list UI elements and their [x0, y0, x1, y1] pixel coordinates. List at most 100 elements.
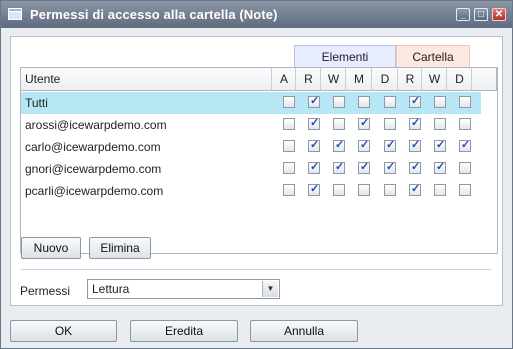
checkbox-a[interactable] — [283, 184, 295, 196]
checkmark-icon: ✓ — [411, 95, 421, 107]
checkmark-icon: ✓ — [310, 161, 320, 173]
checkbox-cartella-d[interactable] — [459, 162, 471, 174]
checkbox-cartella-r[interactable]: ✓ — [409, 161, 421, 174]
window-title: Permessi di accesso alla cartella (Note) — [30, 7, 278, 22]
maximize-button[interactable]: □ — [474, 8, 488, 21]
group-header-cartella: Cartella — [396, 45, 470, 67]
checkmark-icon: ✓ — [461, 139, 471, 151]
checkbox-elementi-m[interactable]: ✓ — [358, 139, 370, 152]
checkbox-cartella-d[interactable] — [459, 184, 471, 196]
checkbox-elementi-w[interactable] — [333, 96, 345, 108]
minimize-icon: _ — [460, 9, 466, 20]
checkmark-icon: ✓ — [386, 139, 396, 151]
checkbox-cartella-r[interactable]: ✓ — [409, 95, 421, 108]
column-header-spacer — [471, 68, 497, 90]
checkbox-cartella-w[interactable] — [434, 118, 446, 130]
column-header-elementi-m[interactable]: M — [345, 68, 372, 90]
title-bar[interactable]: Permessi di accesso alla cartella (Note)… — [1, 1, 512, 28]
checkmark-icon: ✓ — [310, 117, 320, 129]
checkbox-cartella-d[interactable]: ✓ — [459, 139, 471, 152]
checkbox-elementi-d[interactable]: ✓ — [384, 161, 396, 174]
checkmark-icon: ✓ — [411, 183, 421, 195]
user-name: carlo@icewarpdemo.com — [25, 140, 161, 154]
column-header-utente[interactable]: Utente — [21, 68, 275, 90]
checkbox-elementi-r[interactable]: ✓ — [308, 117, 320, 130]
checkmark-icon: ✓ — [335, 161, 345, 173]
column-header-cartella-d[interactable]: D — [446, 68, 472, 90]
checkbox-elementi-d[interactable] — [384, 118, 396, 130]
column-header-a[interactable]: A — [271, 68, 296, 90]
checkbox-elementi-d[interactable]: ✓ — [384, 139, 396, 152]
permissions-select[interactable]: Lettura ▼ — [87, 279, 280, 299]
checkmark-icon: ✓ — [335, 139, 345, 151]
close-icon: ✕ — [494, 9, 504, 20]
minimize-button[interactable]: _ — [456, 8, 470, 21]
delete-button[interactable]: Elimina — [89, 237, 151, 259]
divider — [21, 269, 491, 270]
table-row[interactable]: Tutti ✓ ✓ — [21, 92, 481, 114]
checkbox-elementi-r[interactable]: ✓ — [308, 95, 320, 108]
table-row[interactable]: carlo@icewarpdemo.com ✓ ✓ ✓ ✓ ✓ ✓ ✓ — [21, 136, 481, 158]
new-button[interactable]: Nuovo — [21, 237, 81, 259]
maximize-icon: □ — [477, 9, 485, 20]
checkbox-cartella-w[interactable]: ✓ — [434, 139, 446, 152]
checkbox-a[interactable] — [283, 118, 295, 130]
checkbox-elementi-m[interactable]: ✓ — [358, 117, 370, 130]
checkmark-icon: ✓ — [411, 117, 421, 129]
checkbox-elementi-d[interactable] — [384, 184, 396, 196]
group-header-elementi: Elementi — [294, 45, 396, 67]
user-name: Tutti — [25, 96, 48, 110]
ok-button[interactable]: OK — [10, 320, 117, 342]
checkbox-cartella-r[interactable]: ✓ — [409, 139, 421, 152]
inherit-button[interactable]: Eredita — [130, 320, 238, 342]
checkbox-elementi-d[interactable] — [384, 96, 396, 108]
cancel-button[interactable]: Annulla — [250, 320, 358, 342]
column-header-elementi-r[interactable]: R — [295, 68, 321, 90]
checkmark-icon: ✓ — [310, 139, 320, 151]
checkbox-elementi-w[interactable]: ✓ — [333, 139, 345, 152]
column-header-cartella-r[interactable]: R — [397, 68, 422, 90]
checkbox-cartella-r[interactable]: ✓ — [409, 183, 421, 196]
user-name: gnori@icewarpdemo.com — [25, 162, 162, 176]
checkbox-a[interactable] — [283, 140, 295, 152]
checkmark-icon: ✓ — [411, 139, 421, 151]
checkmark-icon: ✓ — [386, 161, 396, 173]
chevron-down-icon[interactable]: ▼ — [262, 281, 278, 297]
checkmark-icon: ✓ — [360, 139, 370, 151]
checkbox-cartella-d[interactable] — [459, 118, 471, 130]
checkmark-icon: ✓ — [436, 139, 446, 151]
checkbox-elementi-w[interactable] — [333, 184, 345, 196]
permissions-label: Permessi — [20, 284, 71, 298]
checkbox-elementi-w[interactable]: ✓ — [333, 161, 345, 174]
column-header-cartella-w[interactable]: W — [421, 68, 447, 90]
close-button[interactable]: ✕ — [492, 8, 506, 21]
checkbox-cartella-r[interactable]: ✓ — [409, 117, 421, 130]
permissions-grid: Elementi Cartella Utente A R W M D R W D… — [20, 45, 498, 254]
permissions-dialog: Permessi di accesso alla cartella (Note)… — [0, 0, 513, 349]
checkbox-elementi-m[interactable]: ✓ — [358, 161, 370, 174]
checkbox-elementi-r[interactable]: ✓ — [308, 183, 320, 196]
table-row[interactable]: arossi@icewarpdemo.com ✓ ✓ ✓ — [21, 114, 481, 136]
column-header-elementi-w[interactable]: W — [320, 68, 346, 90]
checkbox-elementi-m[interactable] — [358, 184, 370, 196]
folder-permissions-icon — [8, 7, 22, 20]
checkbox-a[interactable] — [283, 96, 295, 108]
column-header-elementi-d[interactable]: D — [371, 68, 398, 90]
content-panel: Elementi Cartella Utente A R W M D R W D… — [10, 36, 503, 306]
checkbox-a[interactable] — [283, 162, 295, 174]
table-row[interactable]: gnori@icewarpdemo.com ✓ ✓ ✓ ✓ ✓ ✓ — [21, 158, 481, 180]
user-name: arossi@icewarpdemo.com — [25, 118, 167, 132]
checkmark-icon: ✓ — [310, 183, 320, 195]
checkbox-elementi-r[interactable]: ✓ — [308, 139, 320, 152]
checkmark-icon: ✓ — [436, 161, 446, 173]
checkbox-cartella-w[interactable]: ✓ — [434, 161, 446, 174]
checkbox-cartella-d[interactable] — [459, 96, 471, 108]
checkbox-cartella-w[interactable] — [434, 96, 446, 108]
checkbox-cartella-w[interactable] — [434, 184, 446, 196]
checkbox-elementi-m[interactable] — [358, 96, 370, 108]
checkbox-elementi-w[interactable] — [333, 118, 345, 130]
permissions-select-value: Lettura — [92, 282, 130, 296]
grid-header: Utente A R W M D R W D — [20, 67, 497, 91]
checkbox-elementi-r[interactable]: ✓ — [308, 161, 320, 174]
table-row[interactable]: pcarli@icewarpdemo.com ✓ ✓ — [21, 180, 481, 202]
